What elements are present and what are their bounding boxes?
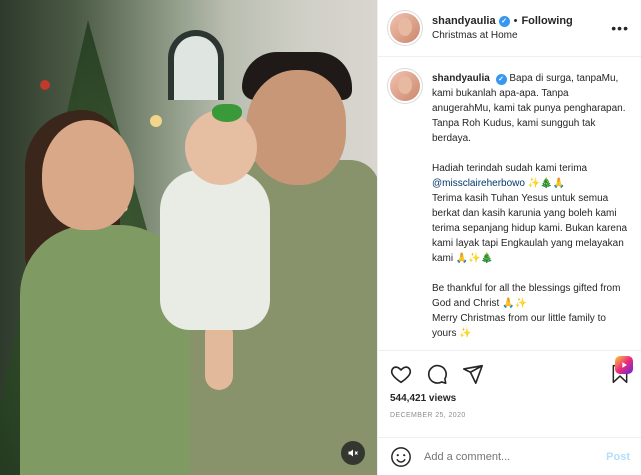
caption-paragraph-2-intro: Hadiah terindah sudah kami terima — [432, 163, 588, 174]
emoji-group: ✨🎄🙏 — [527, 178, 566, 189]
baby-bow — [212, 104, 242, 122]
caption: shandyaulia ✓ Bapa di surga, tanpaMu, ka… — [390, 71, 630, 350]
play-icon — [622, 362, 627, 368]
reels-icon[interactable] — [615, 356, 633, 374]
emoji-group: 🙏✨🎄 — [455, 253, 494, 264]
location-link[interactable]: Christmas at Home — [432, 29, 573, 43]
caption-avatar[interactable] — [390, 71, 420, 101]
more-options-icon[interactable]: ••• — [611, 20, 629, 36]
ornament — [150, 115, 162, 127]
post-date[interactable]: DECEMBER 25, 2020 — [390, 412, 630, 419]
username-link[interactable]: shandyaulia — [432, 14, 496, 29]
caption-username[interactable]: shandyaulia — [432, 73, 490, 84]
woman-face — [42, 120, 134, 230]
baby-leg — [205, 320, 233, 390]
post-sidebar: shandyaulia ✓ • Following Christmas at H… — [377, 0, 641, 475]
comment-form: Post — [378, 437, 641, 475]
window-arch — [168, 30, 224, 100]
caption-area: shandyaulia ✓ Bapa di surga, tanpaMu, ka… — [378, 57, 641, 350]
like-button[interactable] — [390, 363, 412, 385]
share-button[interactable] — [462, 363, 484, 385]
emoji-group: 🙏✨ — [502, 298, 527, 309]
post-media[interactable] — [0, 0, 377, 475]
send-icon — [463, 364, 483, 384]
comment-button[interactable] — [426, 363, 448, 385]
comment-icon — [427, 364, 447, 384]
ornament — [40, 80, 50, 90]
post-button[interactable]: Post — [606, 451, 630, 463]
audio-toggle-button[interactable] — [341, 441, 365, 465]
following-button[interactable]: Following — [521, 14, 572, 29]
caption-text: shandyaulia ✓ Bapa di surga, tanpaMu, ka… — [432, 71, 630, 350]
verified-badge-icon: ✓ — [498, 15, 510, 27]
separator: • — [513, 14, 518, 27]
avatar[interactable] — [390, 13, 420, 43]
header-text: shandyaulia ✓ • Following Christmas at H… — [432, 14, 573, 42]
baby-figure — [160, 170, 270, 330]
comment-input[interactable] — [424, 450, 607, 463]
emoji-group: ✨ — [459, 328, 472, 339]
speaker-muted-icon — [348, 449, 358, 457]
verified-badge-icon: ✓ — [495, 74, 507, 85]
heart-icon — [390, 366, 412, 384]
mention-link[interactable]: @missclaireherbowo — [432, 178, 525, 189]
action-bar: 544,421 views DECEMBER 25, 2020 — [378, 350, 641, 419]
post-header: shandyaulia ✓ • Following Christmas at H… — [378, 0, 641, 57]
view-count[interactable]: 544,421 views — [390, 393, 630, 404]
man-face — [246, 70, 346, 185]
smiley-icon[interactable] — [390, 446, 412, 468]
